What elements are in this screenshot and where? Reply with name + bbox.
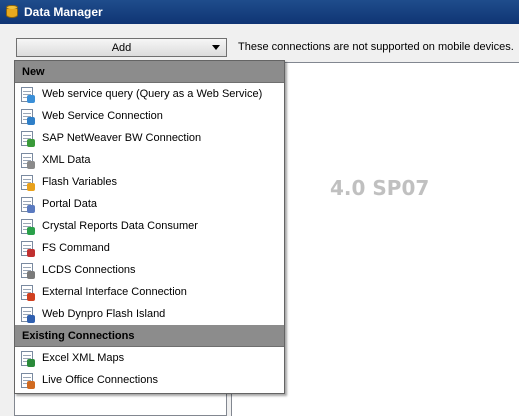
menu-item[interactable]: Excel XML Maps — [15, 347, 284, 369]
web-service-connection-icon — [19, 108, 36, 125]
fs-command-icon — [19, 240, 36, 257]
portal-data-icon — [19, 196, 36, 213]
menu-item-label: LCDS Connections — [42, 264, 136, 276]
menu-item[interactable]: FS Command — [15, 237, 284, 259]
crystal-reports-icon — [19, 218, 36, 235]
web-dynpro-icon — [19, 306, 36, 323]
menu-item[interactable]: Live Office Connections — [15, 369, 284, 391]
menu-item-label: Crystal Reports Data Consumer — [42, 220, 198, 232]
excel-xml-maps-icon — [19, 350, 36, 367]
sap-netweaver-bw-icon — [19, 130, 36, 147]
menu-item[interactable]: Web Dynpro Flash Island — [15, 303, 284, 325]
menu-item-label: XML Data — [42, 154, 91, 166]
menu-item-label: Flash Variables — [42, 176, 117, 188]
menu-group-existing: Existing Connections — [15, 325, 284, 347]
add-connection-menu: New Web service query (Query as a Web Se… — [14, 60, 285, 394]
menu-item[interactable]: Flash Variables — [15, 171, 284, 193]
menu-item-label: External Interface Connection — [42, 286, 187, 298]
add-connection-dropdown-button[interactable]: Add — [16, 38, 227, 57]
window-title: Data Manager — [24, 5, 103, 19]
lcds-connections-icon — [19, 262, 36, 279]
menu-item[interactable]: Web service query (Query as a Web Servic… — [15, 83, 284, 105]
mobile-support-notice: These connections are not supported on m… — [238, 41, 514, 53]
data-manager-window: Data Manager Add These connections are n… — [0, 0, 519, 416]
menu-item[interactable]: External Interface Connection — [15, 281, 284, 303]
external-interface-icon — [19, 284, 36, 301]
menu-item-label: Web Service Connection — [42, 110, 163, 122]
version-watermark: 4.0 SP07 — [330, 176, 430, 200]
flash-variables-icon — [19, 174, 36, 191]
menu-item[interactable]: SAP NetWeaver BW Connection — [15, 127, 284, 149]
menu-item[interactable]: XML Data — [15, 149, 284, 171]
menu-item-label: Portal Data — [42, 198, 98, 210]
menu-item[interactable]: LCDS Connections — [15, 259, 284, 281]
menu-item[interactable]: Portal Data — [15, 193, 284, 215]
xml-data-icon — [19, 152, 36, 169]
menu-item[interactable]: Crystal Reports Data Consumer — [15, 215, 284, 237]
add-button-label: Add — [111, 41, 132, 54]
menu-item-label: Live Office Connections — [42, 374, 158, 386]
menu-item-label: Excel XML Maps — [42, 352, 125, 364]
menu-item-label: Web Dynpro Flash Island — [42, 308, 166, 320]
menu-item-label: Web service query (Query as a Web Servic… — [42, 88, 263, 100]
menu-item-label: SAP NetWeaver BW Connection — [42, 132, 202, 144]
menu-item[interactable]: Web Service Connection — [15, 105, 284, 127]
menu-group-existing-label: Existing Connections — [22, 329, 135, 342]
menu-item-label: FS Command — [42, 242, 110, 254]
menu-group-new: New — [15, 61, 284, 83]
web-service-query-icon — [19, 86, 36, 103]
chevron-down-icon — [212, 45, 220, 50]
database-icon — [4, 4, 20, 20]
live-office-icon — [19, 372, 36, 389]
title-bar[interactable]: Data Manager — [0, 0, 519, 24]
menu-group-new-label: New — [22, 65, 45, 78]
